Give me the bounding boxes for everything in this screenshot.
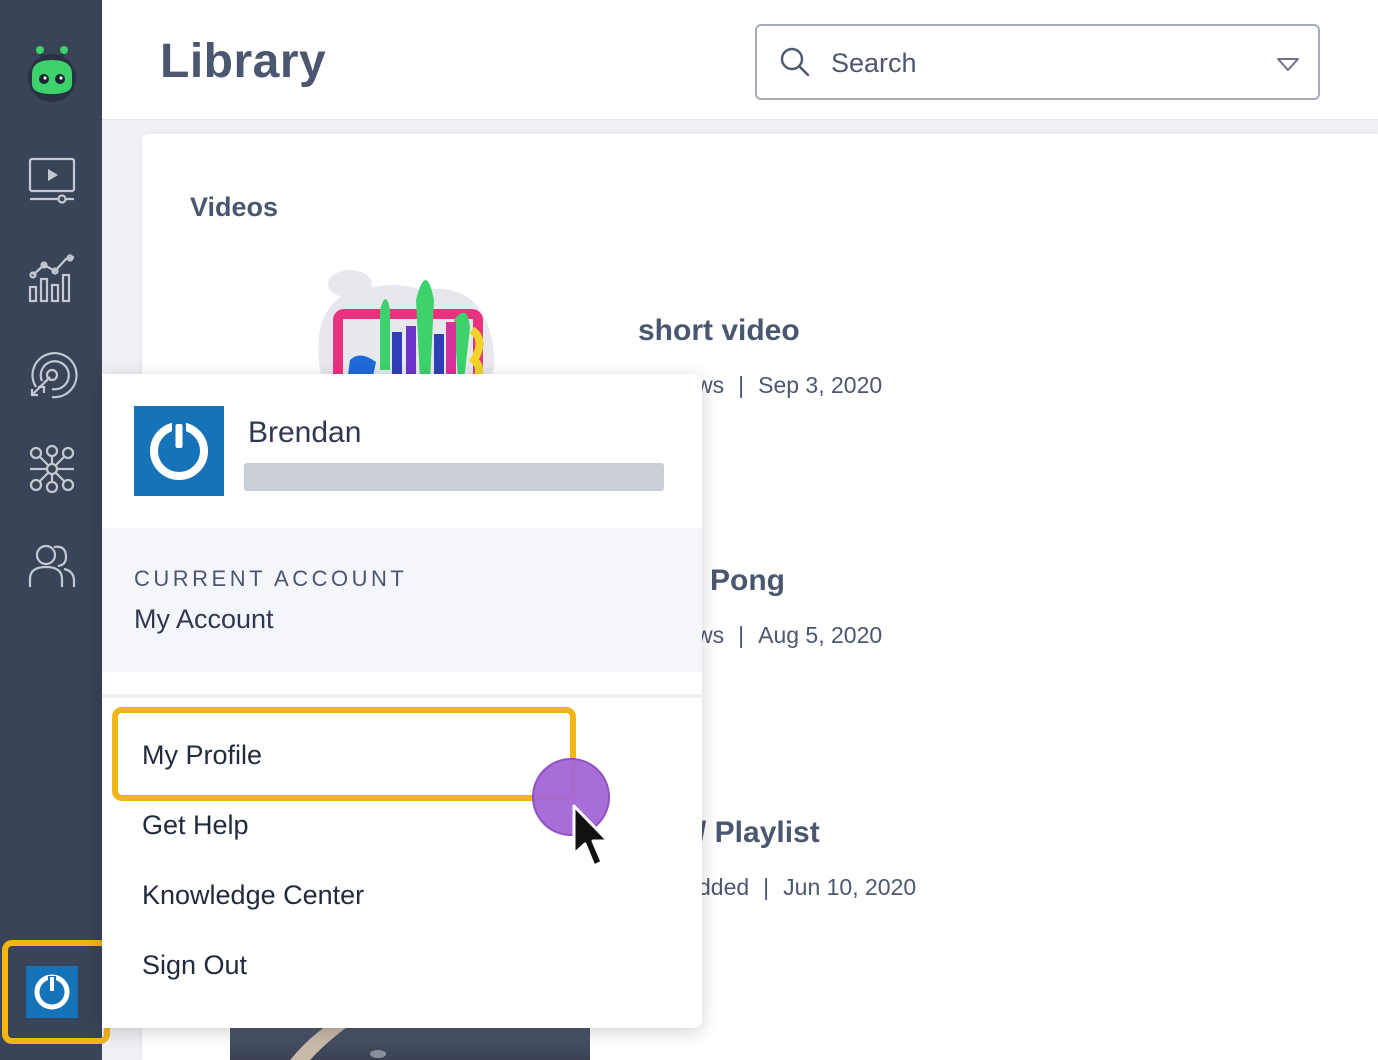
power-account-icon — [150, 422, 208, 480]
current-account-label: CURRENT ACCOUNT — [134, 566, 408, 591]
search-box[interactable] — [755, 24, 1320, 100]
integrations-network-icon[interactable] — [25, 442, 79, 496]
video-date: Jun 10, 2020 — [783, 874, 917, 900]
section-title-videos: Videos — [190, 192, 279, 222]
video-player-icon[interactable] — [25, 154, 79, 208]
header: Library — [102, 0, 1378, 120]
meta-separator: | — [763, 874, 770, 900]
video-title[interactable]: Pong — [710, 564, 785, 598]
chevron-down-icon[interactable] — [1276, 54, 1300, 74]
video-title-text: Playlist — [714, 816, 820, 849]
sidebar — [0, 0, 110, 1060]
analytics-chart-icon[interactable] — [25, 252, 79, 306]
search-icon — [780, 47, 810, 77]
menu-item-get-help[interactable]: Get Help — [142, 810, 249, 841]
video-title[interactable]: / Playlist — [698, 816, 820, 850]
search-input[interactable] — [831, 44, 1231, 82]
account-button-highlight — [2, 940, 110, 1044]
video-meta: dded | Jun 10, 2020 — [698, 874, 916, 901]
current-account-name: My Account — [134, 604, 274, 634]
account-menu: Brendan CURRENT ACCOUNT My Account My Pr… — [102, 374, 702, 1028]
page-title: Library — [160, 35, 327, 88]
menu-item-sign-out[interactable]: Sign Out — [142, 950, 247, 981]
robot-logo-icon[interactable] — [26, 44, 78, 102]
video-meta: ws | Aug 5, 2020 — [696, 622, 882, 649]
meta-separator: | — [738, 622, 745, 648]
menu-item-my-profile[interactable]: My Profile — [142, 740, 262, 771]
menu-divider — [102, 694, 702, 698]
users-icon[interactable] — [25, 538, 79, 592]
video-stat: dded — [698, 874, 750, 900]
meta-separator: | — [738, 372, 745, 398]
current-account-section[interactable]: CURRENT ACCOUNT My Account — [102, 528, 702, 672]
video-date: Aug 5, 2020 — [758, 622, 883, 648]
mouse-cursor-icon — [572, 804, 610, 868]
avatar — [134, 406, 224, 496]
redacted-email — [244, 463, 664, 491]
user-name: Brendan — [248, 416, 362, 449]
target-icon[interactable] — [25, 348, 79, 402]
video-meta: ws | Sep 3, 2020 — [696, 372, 882, 399]
menu-item-knowledge-center[interactable]: Knowledge Center — [142, 880, 364, 911]
video-title[interactable]: short video — [638, 314, 800, 348]
video-date: Sep 3, 2020 — [758, 372, 883, 398]
